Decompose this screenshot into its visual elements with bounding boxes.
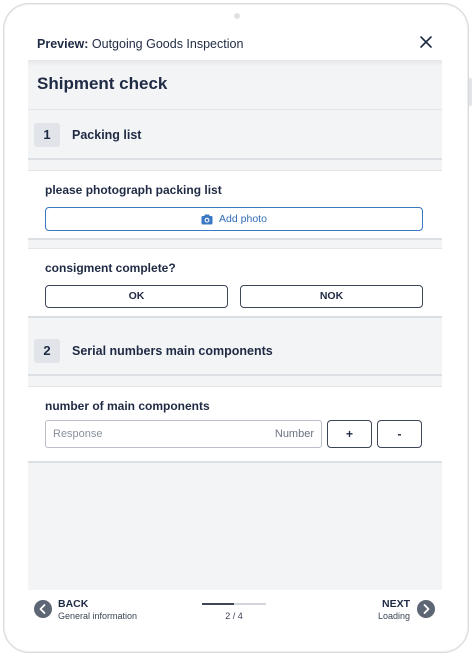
section-header-packing-list: 1 Packing list	[28, 110, 442, 160]
camera-icon	[201, 214, 213, 224]
preview-title-text: Outgoing Goods Inspection	[91, 37, 244, 51]
response-input[interactable]	[53, 426, 253, 442]
question-label: number of main components	[45, 399, 210, 413]
form-title: Shipment check	[37, 74, 168, 93]
question-label: please photograph packing list	[45, 183, 222, 197]
question-card-consignment: consigment complete? OK NOK	[28, 248, 442, 318]
form-screen: Shipment check 1 Packing list please pho…	[28, 60, 442, 590]
nok-button[interactable]: NOK	[240, 285, 423, 308]
back-button[interactable]: BACK	[58, 598, 88, 610]
section-number: 2	[34, 339, 60, 363]
section-number: 1	[34, 123, 60, 147]
question-card-photo: please photograph packing list Add photo	[28, 170, 442, 240]
response-field[interactable]: Number	[45, 420, 322, 448]
section-label: Packing list	[72, 128, 142, 142]
navigation-footer: BACK General information 2 / 4 NEXT Load…	[28, 590, 442, 630]
back-arrow-icon[interactable]	[34, 600, 52, 618]
progress-bar	[202, 603, 266, 605]
next-subtitle: Loading	[377, 611, 410, 621]
decrement-button[interactable]: -	[377, 420, 422, 448]
section-header-serial-numbers: 2 Serial numbers main components	[28, 326, 442, 376]
increment-button[interactable]: +	[327, 420, 372, 448]
question-label: consigment complete?	[45, 261, 176, 275]
progress-text: 2 / 4	[225, 611, 243, 621]
camera-dot	[234, 13, 240, 19]
preview-header: Preview: Outgoing Goods Inspection	[28, 28, 442, 60]
section-label: Serial numbers main components	[72, 344, 273, 358]
preview-title-prefix: Preview:	[37, 37, 89, 51]
form-title-bar: Shipment check	[28, 60, 442, 110]
add-photo-label: Add photo	[219, 213, 267, 225]
close-icon[interactable]	[418, 34, 434, 50]
back-subtitle: General information	[58, 611, 138, 621]
unit-label: Number	[274, 428, 314, 440]
side-button	[469, 78, 472, 106]
progress-fill	[202, 603, 234, 605]
add-photo-button[interactable]: Add photo	[45, 207, 423, 231]
next-arrow-icon[interactable]	[417, 600, 435, 618]
header-shadow	[28, 60, 442, 66]
ok-button[interactable]: OK	[45, 285, 228, 308]
preview-title: Preview: Outgoing Goods Inspection	[28, 37, 243, 51]
question-card-main-components: number of main components Number + -	[28, 386, 442, 463]
next-button[interactable]: NEXT	[382, 598, 410, 610]
